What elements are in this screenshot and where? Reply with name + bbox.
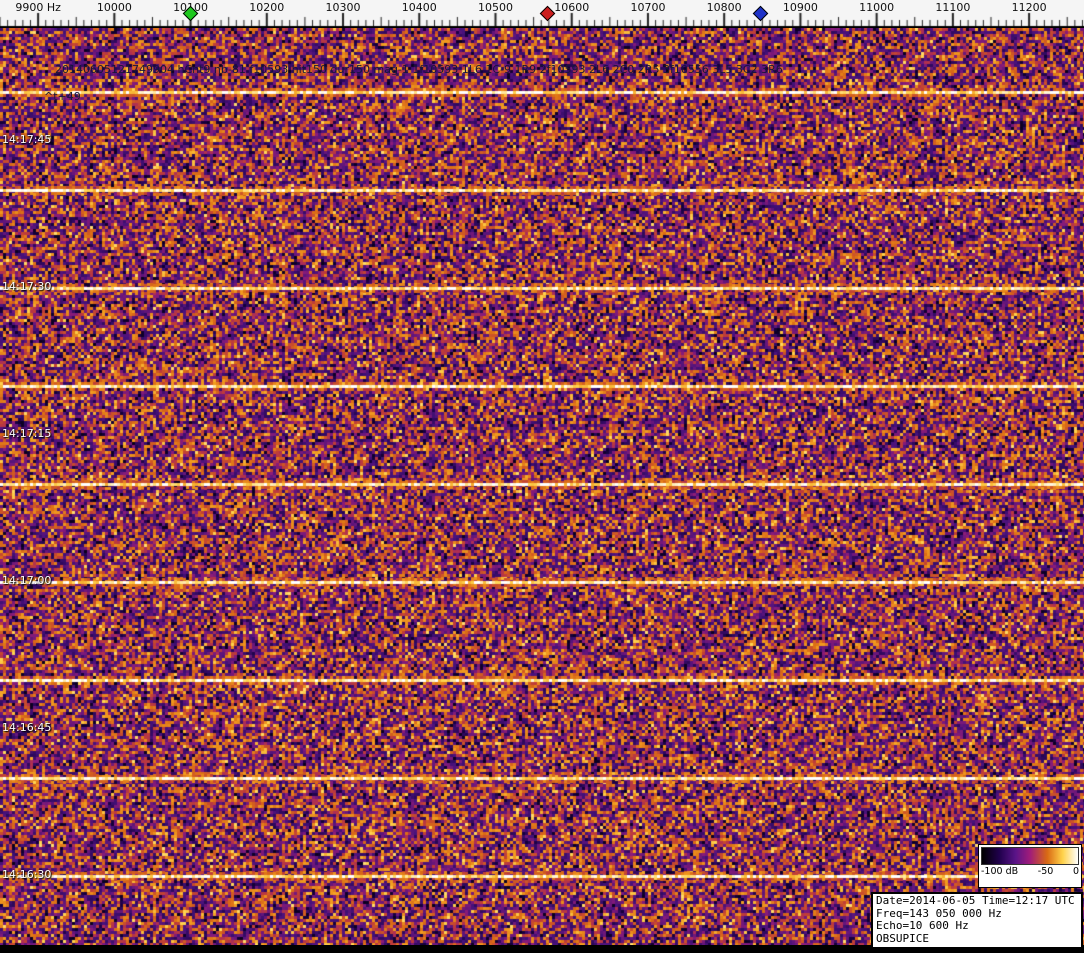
time-tick-label: 14:16:30: [2, 868, 52, 881]
legend-labels: -100 dB -50 0: [979, 866, 1081, 877]
freq-tick-label: 10600: [554, 1, 590, 14]
freq-tick-label: 10700: [630, 1, 666, 14]
info-line: Echo=10 600 Hz: [876, 919, 969, 932]
freq-tick-label: 11100: [935, 1, 971, 14]
event-header-text: 20140605121749904 hCnt9 nb-81 f10593 hit…: [55, 63, 783, 76]
time-tick-label: 14:16:45: [2, 721, 52, 734]
freq-tick-label: 10200: [249, 1, 285, 14]
frequency-ruler[interactable]: 9900 Hz100001010010200103001040010500106…: [0, 0, 1084, 28]
time-tick-label: 14:17:00: [2, 574, 52, 587]
legend-mid-label: -50: [1037, 866, 1054, 877]
freq-tick-label: 10300: [325, 1, 361, 14]
spectrogram-canvas[interactable]: [0, 28, 1084, 945]
info-line: OBSUPICE: [876, 931, 929, 945]
freq-tick-label: 10900: [782, 1, 818, 14]
freq-tick-label: 10000: [96, 1, 132, 14]
freq-tick-label: 10800: [706, 1, 742, 14]
freq-tick-label: 10500: [477, 1, 513, 14]
legend-max-label: 0: [1072, 866, 1079, 877]
time-tick-label: 14:17:45: [2, 133, 52, 146]
color-gradient-bar: [981, 847, 1079, 865]
freq-tick-label: 11000: [859, 1, 895, 14]
legend-min-label: -100 dB: [981, 866, 1019, 877]
freq-tick-label: 9900 Hz: [15, 1, 61, 14]
time-tick-label: 14:17:15: [2, 427, 52, 440]
cursor-label: ^t+49: [44, 90, 81, 103]
time-tick-label: 14:17:30: [2, 280, 52, 293]
freq-tick-label: 10400: [401, 1, 437, 14]
color-scale-legend: -100 dB -50 0: [978, 844, 1082, 888]
station-info-box: Date=2014-06-05 Time=12:17 UTC Freq=143 0…: [871, 892, 1083, 949]
spectrum-monitor-window: 9900 Hz100001010010200103001040010500106…: [0, 0, 1084, 953]
freq-tick-label: 11200: [1011, 1, 1047, 14]
info-line: Date=2014-06-05 Time=12:17 UTC: [876, 894, 1075, 907]
